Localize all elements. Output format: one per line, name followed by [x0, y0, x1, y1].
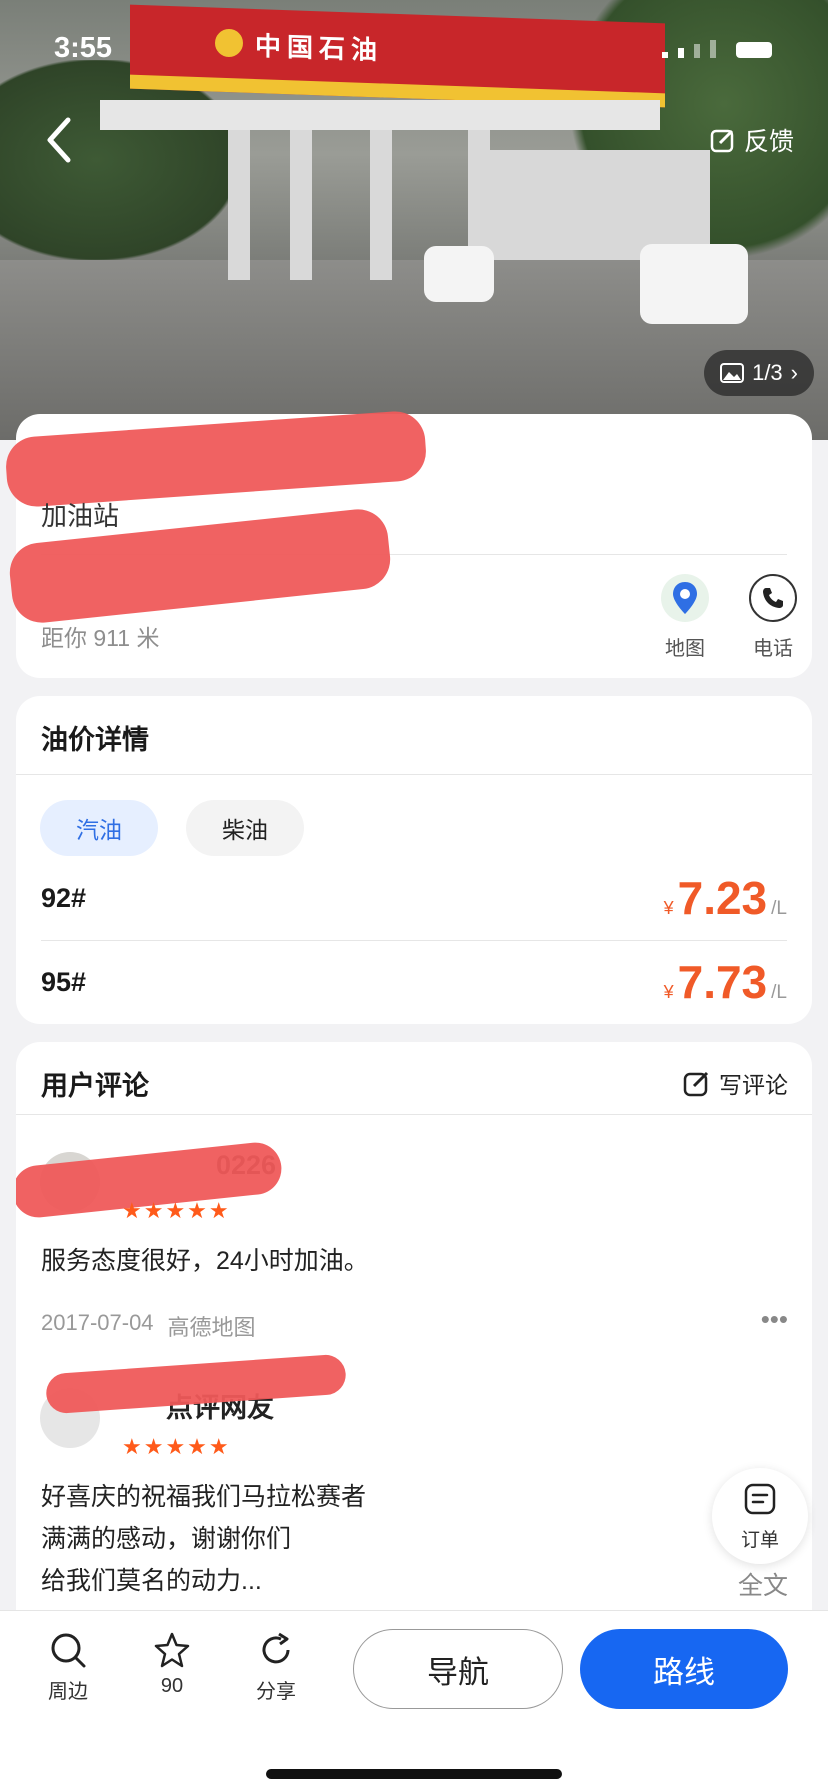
price-unit: /L: [771, 982, 787, 1003]
review-meta: 2017-07-04 高德地图: [41, 1310, 256, 1342]
more-options-icon[interactable]: •••: [761, 1304, 788, 1335]
currency-symbol: ¥: [663, 982, 674, 1002]
nearby-button[interactable]: 周边: [28, 1631, 108, 1704]
canopy-underside: [100, 100, 660, 130]
fuel-grade: 95#: [41, 966, 87, 997]
review-date: 2017-07-04: [41, 1310, 154, 1335]
chevron-right-icon: ›: [790, 360, 798, 385]
phone-label: 电话: [753, 638, 793, 660]
place-type: 加油站: [41, 501, 120, 531]
pillar: [228, 130, 250, 280]
share-icon: [236, 1631, 316, 1675]
phone-button[interactable]: 电话: [728, 574, 818, 661]
signal-bar: [710, 40, 716, 58]
favorite-button[interactable]: 90: [132, 1631, 212, 1698]
write-review-label: 写评论: [719, 1072, 788, 1098]
order-label: 订单: [740, 1530, 779, 1551]
feedback-button[interactable]: 反馈: [710, 122, 794, 158]
pillar: [370, 130, 392, 280]
bottom-action-bar: 周边 90 分享 导航 路线: [0, 1610, 828, 1792]
signal-bar: [678, 48, 684, 58]
tab-diesel[interactable]: 柴油: [186, 800, 304, 856]
price-unit: /L: [771, 898, 787, 919]
rating-stars: ★★★★★: [122, 1198, 231, 1223]
car: [424, 246, 494, 302]
tab-gasoline[interactable]: 汽油: [40, 800, 158, 856]
signal-bar: [662, 52, 668, 58]
image-icon: [720, 363, 745, 383]
petrochina-logo: [212, 26, 246, 60]
review-line: 好喜庆的祝福我们马拉松赛者: [41, 1483, 367, 1511]
full-text-link[interactable]: 全文: [738, 1566, 788, 1602]
divider: [16, 774, 812, 775]
section-title: 用户评论: [41, 1071, 149, 1101]
write-review-button[interactable]: 写评论: [683, 1066, 788, 1100]
status-icons: [662, 40, 772, 58]
distance: 距你 911 米: [41, 625, 160, 651]
nearby-label: 周边: [48, 1681, 88, 1703]
star-icon: [132, 1631, 212, 1675]
order-icon: [744, 1483, 776, 1515]
currency-symbol: ¥: [663, 898, 674, 918]
canopy-sign: 中国石油: [255, 30, 384, 66]
map-button[interactable]: 地图: [640, 574, 730, 661]
reviews-card: 用户评论 写评论 0226 ★★★★★ 服务态度很好，24小时加油。 2017-…: [16, 1042, 812, 1622]
price-value: 7.73: [677, 956, 768, 1008]
signal-bar: [694, 44, 700, 58]
redacted-name: [4, 409, 428, 509]
share-label: 分享: [256, 1681, 296, 1703]
review-line: 给我们莫名的动力...: [41, 1567, 262, 1595]
navigate-button[interactable]: 导航: [353, 1629, 563, 1709]
section-title: 油价详情: [41, 725, 149, 755]
divider: [16, 1114, 812, 1115]
car: [640, 244, 748, 324]
status-time: 3:55: [54, 32, 113, 64]
review-line: 满满的感动，谢谢你们: [41, 1525, 292, 1553]
fuel-price-card: 油价详情 汽油 柴油 92# ¥ 7.23 /L 95# ¥ 7.73 /L: [16, 696, 812, 1024]
fuel-price: ¥ 7.23 /L: [664, 871, 787, 925]
review-source: 高德地图: [167, 1315, 256, 1340]
photo-counter-text: 1/3: [752, 360, 783, 385]
photo-counter[interactable]: 1/3 ›: [704, 350, 814, 396]
fuel-price: ¥ 7.73 /L: [664, 955, 787, 1009]
fuel-row: 95# ¥ 7.73 /L: [41, 940, 787, 1024]
chevron-left-icon: [47, 117, 71, 163]
search-icon: [28, 1631, 108, 1675]
price-value: 7.23: [677, 872, 768, 924]
home-indicator: [266, 1769, 562, 1779]
review-text: 服务态度很好，24小时加油。: [41, 1247, 369, 1275]
edit-icon: [683, 1071, 709, 1097]
place-info-card: 加油站 距你 911 米 地图 电话: [4, 409, 812, 678]
route-button[interactable]: 路线: [580, 1629, 788, 1709]
pillar: [290, 130, 312, 280]
feedback-label: 反馈: [743, 128, 794, 156]
back-button[interactable]: [40, 112, 80, 168]
battery-icon: [736, 42, 772, 58]
order-button[interactable]: 订单: [712, 1468, 808, 1564]
fuel-grade: 92#: [41, 882, 87, 913]
rating-stars: ★★★★★: [122, 1434, 231, 1459]
map-label: 地图: [665, 638, 705, 660]
edit-icon: [710, 129, 734, 153]
fuel-row: 92# ¥ 7.23 /L: [41, 856, 787, 940]
map-pin-icon: [661, 574, 709, 622]
share-button[interactable]: 分享: [236, 1631, 316, 1704]
favorite-count: 90: [160, 1675, 184, 1697]
phone-icon: [749, 574, 797, 622]
